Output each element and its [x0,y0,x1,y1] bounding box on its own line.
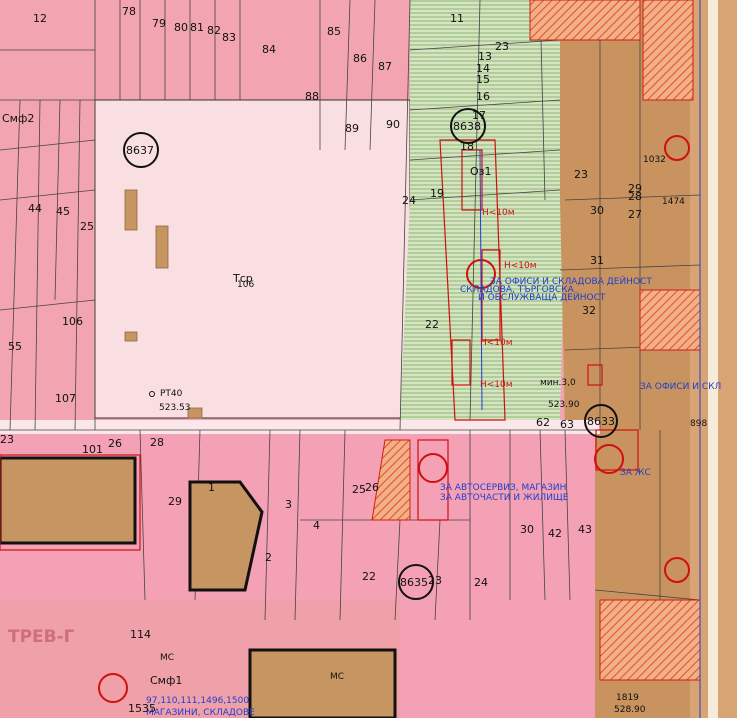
svg-text:15: 15 [476,73,490,86]
svg-text:83: 83 [222,31,236,44]
svg-text:24: 24 [402,194,416,207]
block-8637: 8637 [126,144,154,157]
svg-text:106: 106 [237,280,254,290]
note-auto-parts: ЗА АВТОЧАСТИ И ЖИЛИЩЕ [440,493,569,503]
svg-text:106: 106 [62,315,83,328]
height-right: 523.90 [548,400,580,410]
svg-text:1032: 1032 [643,155,666,165]
svg-text:27: 27 [628,208,642,221]
svg-text:62: 62 [536,416,550,429]
note-shops: МАГАЗИНИ, СКЛАДОВЕ [146,708,255,718]
pt-name: PT40 [160,389,183,399]
svg-text:86: 86 [353,52,367,65]
svg-text:107: 107 [55,392,76,405]
svg-text:32: 32 [582,304,596,317]
note-ms-b: МС [330,672,344,682]
svg-text:43: 43 [578,523,592,536]
svg-text:19: 19 [430,187,444,200]
note-zhs: ЗА ЖС [620,468,651,478]
svg-text:17: 17 [472,109,486,122]
zone-smf2: Смф2 [2,112,34,125]
svg-text:42: 42 [548,527,562,540]
note-service-activity: И ОБСЛУЖВАЩА ДЕЙНОСТ [478,291,606,303]
svg-text:1535: 1535 [128,702,156,715]
svg-text:30: 30 [520,523,534,536]
svg-text:29: 29 [168,495,182,508]
zone-trev-g: ТРЕВ-Г [8,627,75,647]
svg-text:31: 31 [590,254,604,267]
svg-text:78: 78 [122,5,136,18]
svg-text:1474: 1474 [662,197,685,207]
block-8635: 8635 [400,576,428,589]
svg-text:88: 88 [305,90,319,103]
zone-smf1: Смф1 [150,674,182,687]
svg-text:90: 90 [386,118,400,131]
svg-text:29: 29 [628,182,642,195]
svg-text:87: 87 [378,60,392,73]
svg-text:23: 23 [0,433,14,446]
note-min30: мин.3,0 [540,378,576,388]
svg-text:85: 85 [327,25,341,38]
value-small: 528.90 [614,705,646,715]
svg-text:63: 63 [560,418,574,431]
svg-text:11: 11 [450,12,464,25]
svg-text:89: 89 [345,122,359,135]
svg-text:25: 25 [352,483,366,496]
svg-text:44: 44 [28,202,42,215]
zone-oz1: Оз1 [470,165,492,178]
svg-text:81: 81 [190,21,204,34]
svg-text:23: 23 [495,40,509,53]
note-h10-c: H<10м [480,338,513,348]
svg-text:2: 2 [265,551,272,564]
svg-text:22: 22 [425,318,439,331]
svg-text:84: 84 [262,43,276,56]
note-auto-service: ЗА АВТОСЕРВИЗ, МАГАЗИН [440,483,566,493]
svg-text:1819: 1819 [616,693,639,703]
svg-text:26: 26 [365,481,379,494]
road-vertical [708,0,718,718]
note-numbers: 97,110,111,1496,1500 [146,696,249,706]
note-h10-a: H<10м [482,208,515,218]
svg-text:26: 26 [108,437,122,450]
block-8633: 8633 [587,415,615,428]
svg-text:80: 80 [174,21,188,34]
svg-text:4: 4 [313,519,320,532]
note-offices-right: ЗА ОФИСИ И СКЛ [640,382,721,392]
svg-text:101: 101 [82,443,103,456]
svg-text:25: 25 [80,220,94,233]
cadastral-map: Смф2 Тср ТРЕВ-Г Смф1 Оз1 8637 8638 8633 … [0,0,737,718]
svg-text:28: 28 [150,436,164,449]
svg-text:30: 30 [590,204,604,217]
pt-value: 523.53 [159,403,191,413]
svg-text:23: 23 [574,168,588,181]
svg-text:12: 12 [33,12,47,25]
svg-text:16: 16 [476,90,490,103]
svg-text:22: 22 [362,570,376,583]
svg-text:79: 79 [152,17,166,30]
svg-text:3: 3 [285,498,292,511]
svg-text:18: 18 [460,140,474,153]
note-h10-d: H<10м [480,380,513,390]
svg-text:898: 898 [690,419,707,429]
note-h10-b: H<10м [504,261,537,271]
note-ms: МС [160,653,174,663]
svg-text:45: 45 [56,205,70,218]
svg-text:114: 114 [130,628,151,641]
svg-text:1: 1 [208,481,215,494]
svg-text:82: 82 [207,24,221,37]
svg-text:24: 24 [474,576,488,589]
svg-text:23: 23 [428,574,442,587]
svg-text:55: 55 [8,340,22,353]
